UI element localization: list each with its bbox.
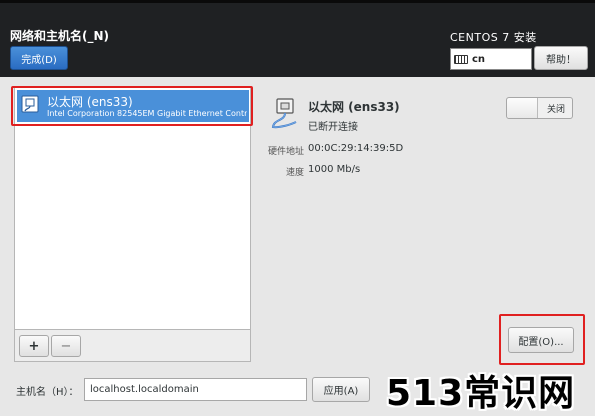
hostname-label: 主机名（H）：: [16, 387, 79, 398]
switch-knob: [507, 98, 538, 118]
apply-hostname-button[interactable]: 应用(A): [312, 377, 370, 402]
ethernet-icon: [21, 95, 39, 113]
ethernet-cable-icon: [271, 98, 297, 129]
site-watermark: 513常识网: [386, 373, 576, 414]
add-device-button[interactable]: +: [19, 335, 49, 357]
device-name: 以太网 (ens33): [308, 100, 400, 114]
done-button[interactable]: 完成(D): [10, 46, 68, 70]
connection-toggle-switch[interactable]: 关闭: [506, 97, 573, 119]
hardware-address-label: 硬件地址: [267, 147, 304, 157]
help-button[interactable]: 帮助！: [534, 46, 588, 70]
device-status: 已断开连接: [308, 122, 358, 133]
hostname-input[interactable]: [84, 378, 307, 401]
speed-value: 1000 Mb/s: [308, 164, 361, 175]
header-bar: 网络和主机名(_N) 完成(D) CENTOS 7 安装 cn 帮助！: [0, 0, 595, 77]
remove-device-button[interactable]: −: [51, 335, 81, 357]
configure-button[interactable]: 配置(O)...: [508, 327, 574, 353]
device-list: 以太网 (ens33) Intel Corporation 82545EM Gi…: [14, 86, 251, 330]
hardware-address-value: 00:0C:29:14:39:5D: [308, 143, 404, 154]
device-list-toolbar: + −: [14, 329, 251, 362]
page-title: 网络和主机名(_N): [10, 29, 110, 43]
device-list-item-name: 以太网 (ens33): [47, 95, 133, 109]
switch-state-label: 关闭: [546, 104, 565, 115]
device-list-item-description: Intel Corporation 82545EM Gigabit Ethern…: [47, 109, 247, 118]
speed-label: 速度: [285, 168, 304, 178]
keyboard-icon: [454, 54, 468, 64]
keyboard-layout-label: cn: [472, 53, 486, 65]
device-list-item-ens33[interactable]: 以太网 (ens33) Intel Corporation 82545EM Gi…: [17, 90, 249, 122]
keyboard-layout-indicator[interactable]: cn: [450, 48, 532, 70]
product-title: CENTOS 7 安装: [450, 31, 537, 44]
